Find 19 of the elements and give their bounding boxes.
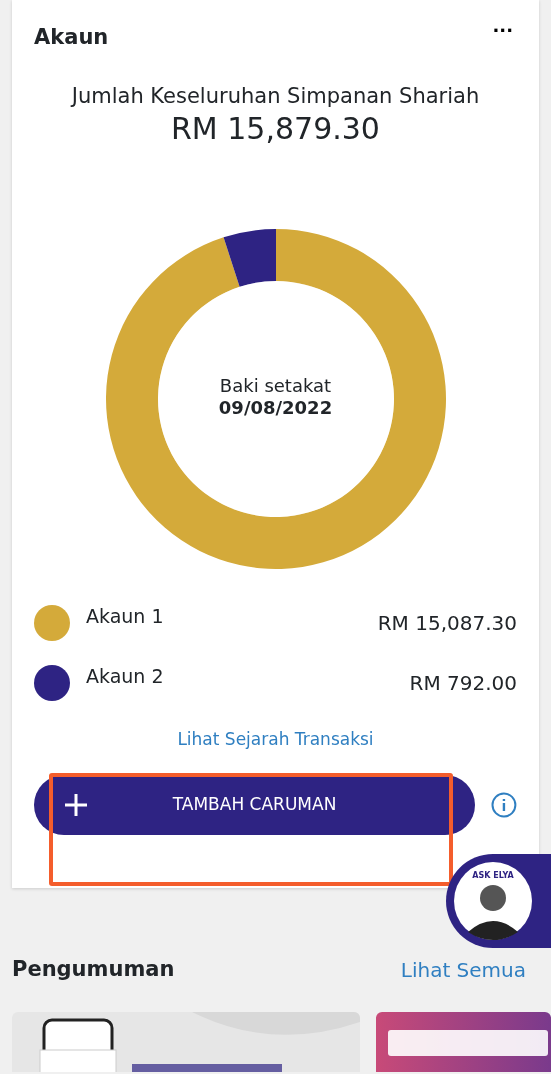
- info-icon[interactable]: [491, 791, 517, 818]
- add-contribution-button[interactable]: TAMBAH CARUMAN: [34, 774, 476, 835]
- total-amount: RM 15,879.30: [170, 112, 381, 145]
- legend-amount: RM 792.00: [409, 670, 517, 697]
- transaction-history-link[interactable]: Lihat Sejarah Transaksi: [177, 729, 374, 749]
- balance-date: 09/08/2022: [217, 396, 334, 419]
- more-menu-button[interactable]: ···: [488, 22, 517, 40]
- section-title: Pengumuman: [12, 956, 175, 983]
- person-figure: [468, 885, 518, 940]
- chat-label: ASK ELYA: [472, 871, 514, 880]
- legend-amount: RM 15,087.30: [377, 610, 517, 637]
- legend-label: Akaun 1: [86, 604, 164, 629]
- see-all-link[interactable]: Lihat Semua: [400, 954, 526, 985]
- chat-assistant-button[interactable]: ASK ELYA: [446, 854, 551, 948]
- plus-icon: [64, 792, 88, 817]
- card-title: Akaun: [34, 24, 109, 51]
- legend-label: Akaun 2: [86, 664, 164, 689]
- total-label: Jumlah Keseluruhan Simpanan Shariah: [69, 82, 481, 110]
- balance-label: Baki setakat: [218, 375, 333, 397]
